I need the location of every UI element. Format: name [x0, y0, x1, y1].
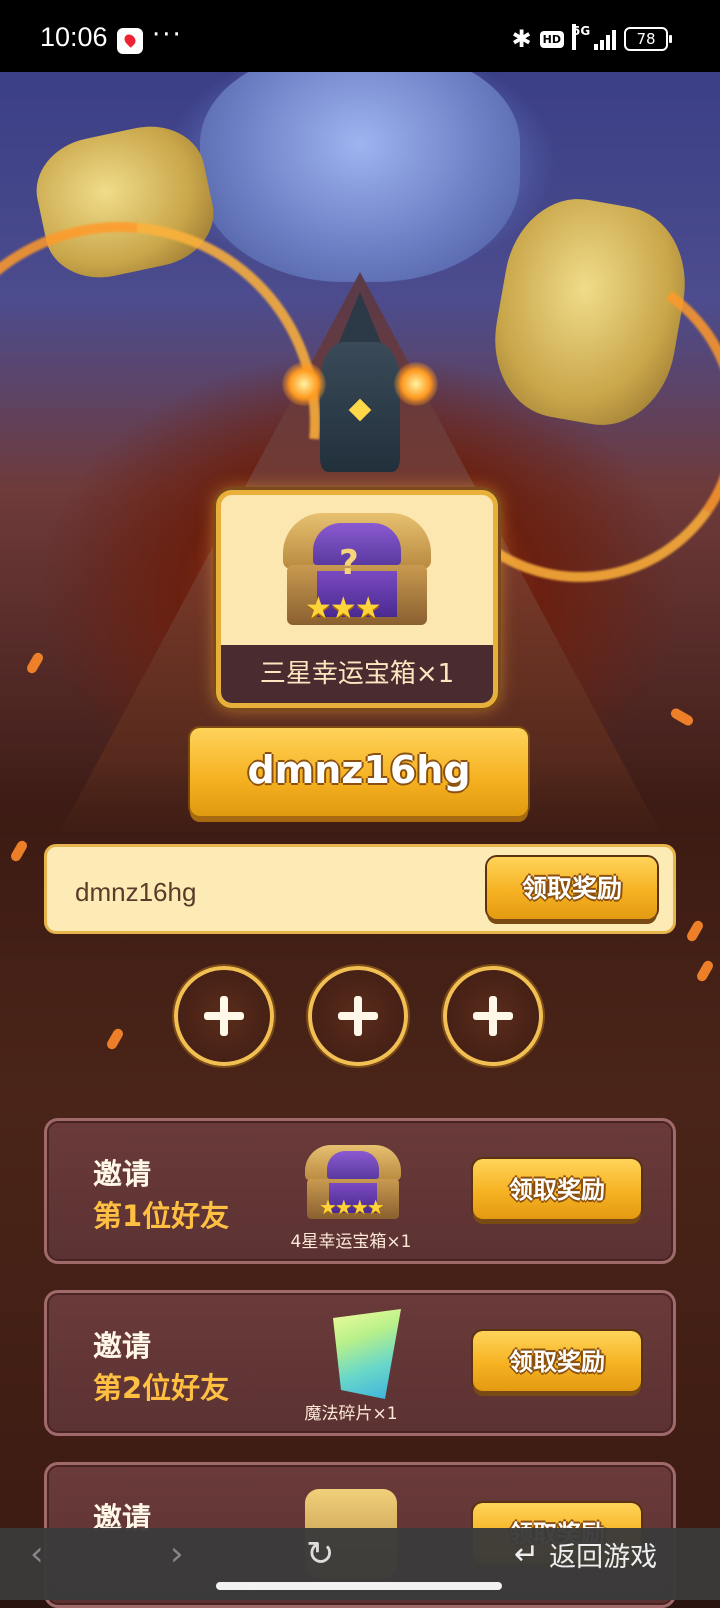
home-indicator[interactable] [216, 1582, 502, 1590]
invite-friend-number: 第1位好友 [93, 1199, 230, 1233]
reward-card: ? ★★★ 三星幸运宝箱×1 [216, 490, 498, 708]
reward-name: 三星幸运宝箱×1 [221, 645, 493, 703]
hero-artwork [0, 72, 720, 832]
status-bar: 10:06 ··· ✱ HD 5G 78 [0, 0, 720, 72]
refresh-icon[interactable]: ↻ [306, 1534, 335, 1574]
reward-caption: 4星幸运宝箱×1 [290, 1232, 412, 1252]
return-label: 返回游戏 [549, 1541, 658, 1573]
add-friend-slot-3[interactable] [443, 966, 543, 1066]
battery-icon: 78 [624, 27, 672, 51]
golem-figure [200, 72, 520, 282]
claim-reward-button[interactable]: 领取奖励 [487, 857, 657, 919]
status-icons: ✱ HD 5G 78 [511, 24, 672, 54]
map-app-icon [117, 28, 143, 54]
network-label: 5G [572, 24, 590, 50]
invite-friend-number: 第2位好友 [93, 1371, 230, 1405]
claim-reward-button-2[interactable]: 领取奖励 [473, 1331, 641, 1391]
forward-arrow-icon[interactable]: › [170, 1534, 184, 1574]
invite-row-1: 邀请 第1位好友 ★★★★ 4星幸运宝箱×1 领取奖励 [44, 1118, 676, 1264]
invite-row-2: 邀请 第2位好友 魔法碎片×1 领取奖励 [44, 1290, 676, 1436]
signal-icon: 5G [572, 24, 616, 52]
invite-label: 邀请 [93, 1329, 152, 1363]
return-icon: ↵ [514, 1536, 540, 1572]
claim-reward-button-1[interactable]: 领取奖励 [473, 1159, 641, 1219]
crystal-shard-icon [291, 1303, 411, 1403]
invite-code-display[interactable]: dmnz16hg [190, 728, 528, 816]
ember [25, 650, 45, 676]
chest-icon: ★★★★ [291, 1131, 411, 1231]
code-input-row: 领取奖励 [44, 844, 676, 934]
code-input[interactable] [73, 867, 477, 917]
hd-badge: HD [539, 30, 564, 48]
status-more: ··· [152, 20, 183, 50]
status-time: 10:06 [40, 22, 108, 52]
add-friend-slot-2[interactable] [308, 966, 408, 1066]
bluetooth-icon: ✱ [511, 25, 532, 53]
invite-label: 邀请 [93, 1157, 152, 1191]
back-arrow-icon[interactable]: ‹ [30, 1534, 44, 1574]
treasure-chest-icon: ? ★★★ [283, 513, 431, 626]
ember [669, 706, 695, 728]
return-to-game-button[interactable]: ↵ 返回游戏 [514, 1534, 657, 1574]
reward-caption: 魔法碎片×1 [304, 1404, 398, 1424]
fire-wizard [282, 292, 438, 482]
add-friend-slot-1[interactable] [174, 966, 274, 1066]
